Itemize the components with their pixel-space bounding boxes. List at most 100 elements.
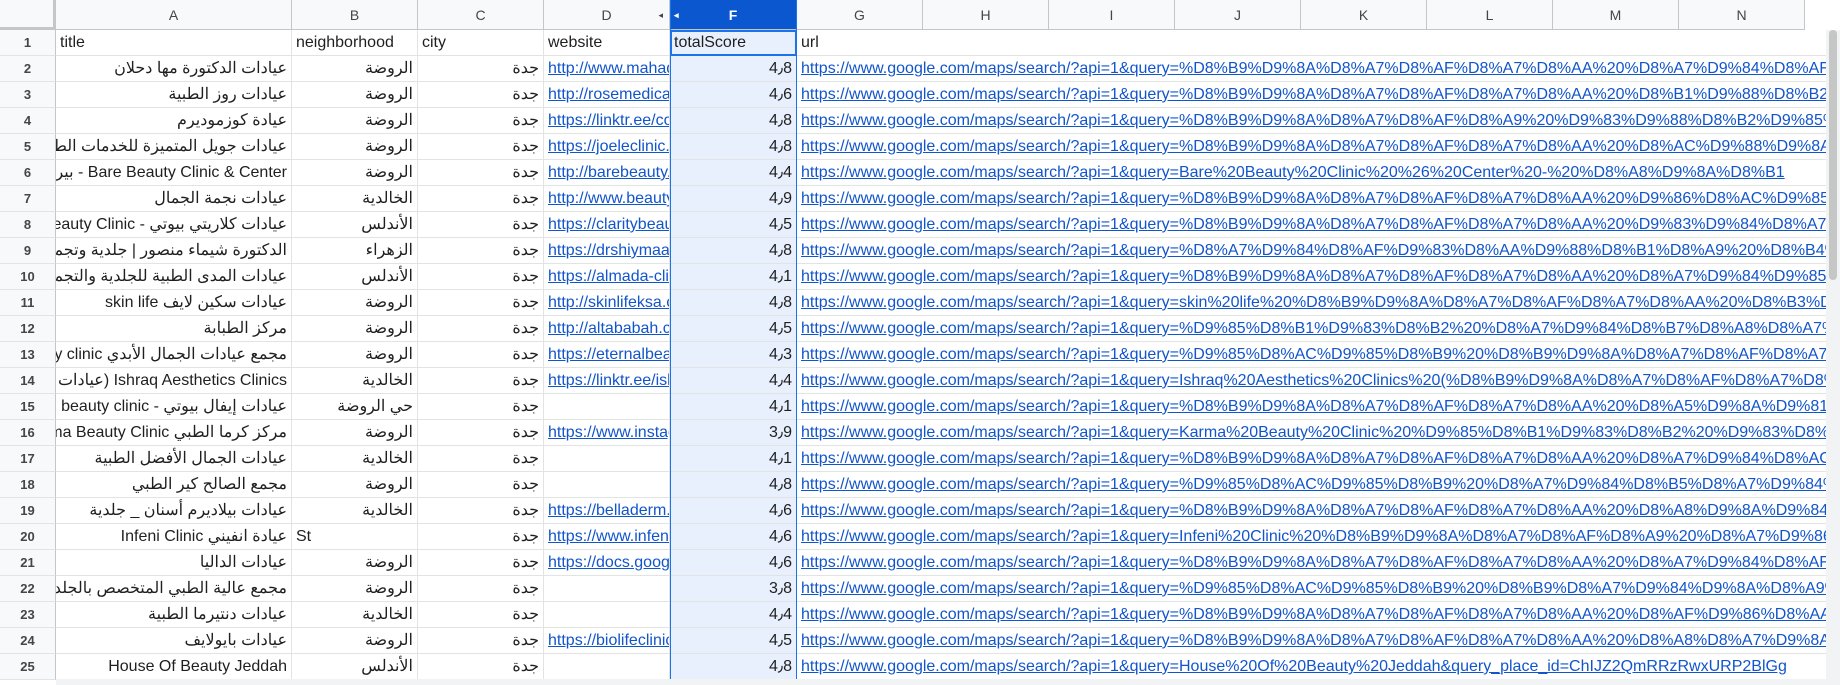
column-header-a[interactable]: A	[56, 0, 292, 30]
cell-url[interactable]: https://www.google.com/maps/search/?api=…	[797, 134, 1840, 160]
cell-score[interactable]: 4٫5	[670, 316, 797, 342]
row-number[interactable]: 25	[0, 654, 56, 680]
cell-title[interactable]: عيادات بايولايف	[56, 628, 292, 654]
cell-title[interactable]: مركز كرما الطبي Karma Beauty Clinic	[56, 420, 292, 446]
cell-title[interactable]: عيادات بيلاديرم أسنان _ جلدية	[56, 498, 292, 524]
cell-website[interactable]	[544, 602, 670, 628]
cell-website[interactable]: https://linktr.ee/ishraq	[544, 368, 670, 394]
cell-city[interactable]: جدة	[418, 472, 544, 498]
column-header-c[interactable]: C	[418, 0, 544, 30]
cell-neighborhood[interactable]: St	[292, 524, 418, 550]
cell-url[interactable]: https://www.google.com/maps/search/?api=…	[797, 56, 1840, 82]
cell-title[interactable]: عيادات كلاريتي بيوتي - Clarity beauty Cl…	[56, 212, 292, 238]
cell-website[interactable]: https://docs.google.com/forms	[544, 550, 670, 576]
cell-city[interactable]: جدة	[418, 290, 544, 316]
cell-title[interactable]: مجمع الصالح كير الطبي	[56, 472, 292, 498]
cell-title[interactable]: عيادات المدى الطبية للجلدية والتجميل	[56, 264, 292, 290]
cell-url[interactable]: https://www.google.com/maps/search/?api=…	[797, 368, 1840, 394]
cell-title[interactable]: عيادة انفيني Infeni Clinic	[56, 524, 292, 550]
cell-url[interactable]: https://www.google.com/maps/search/?api=…	[797, 316, 1840, 342]
cell-score[interactable]: 4٫8	[670, 56, 797, 82]
cell-score[interactable]: 3٫8	[670, 576, 797, 602]
cell-city[interactable]: جدة	[418, 602, 544, 628]
cell-url[interactable]: https://www.google.com/maps/search/?api=…	[797, 602, 1840, 628]
column-header-k[interactable]: K	[1301, 0, 1427, 30]
cell-score[interactable]: 4٫8	[670, 238, 797, 264]
cell-website[interactable]	[544, 576, 670, 602]
column-header-d[interactable]: D ◂	[544, 0, 670, 30]
cell-website[interactable]: https://claritybeauty.sa	[544, 212, 670, 238]
cell-city[interactable]: جدة	[418, 654, 544, 680]
column-header-g[interactable]: G	[797, 0, 923, 30]
cell-url[interactable]: https://www.google.com/maps/search/?api=…	[797, 82, 1840, 108]
cell-title[interactable]: عيادات الجمال الأفضل الطبية	[56, 446, 292, 472]
cell-neighborhood[interactable]: الروضة	[292, 420, 418, 446]
cell-score[interactable]: 4٫6	[670, 82, 797, 108]
column-header-h[interactable]: H	[923, 0, 1049, 30]
vertical-scrollbar-thumb[interactable]	[1829, 30, 1837, 280]
cell-website[interactable]: https://www.instagram.com/karmaclinic	[544, 420, 670, 446]
column-header-b[interactable]: B	[292, 0, 418, 30]
cell-url[interactable]: https://www.google.com/maps/search/?api=…	[797, 472, 1840, 498]
cell-city[interactable]: جدة	[418, 550, 544, 576]
header-cell-neighborhood[interactable]: neighborhood	[292, 30, 418, 56]
cell-score[interactable]: 3٫9	[670, 420, 797, 446]
cell-website[interactable]: https://www.infeniclinic.com	[544, 524, 670, 550]
cell-score[interactable]: 4٫1	[670, 264, 797, 290]
row-number[interactable]: 19	[0, 498, 56, 524]
cell-score[interactable]: 4٫4	[670, 160, 797, 186]
cell-neighborhood[interactable]: الروضة	[292, 472, 418, 498]
cell-title[interactable]: الدكتورة شيماء منصور | جلدية وتجميل وليز…	[56, 238, 292, 264]
cell-url[interactable]: https://www.google.com/maps/search/?api=…	[797, 264, 1840, 290]
cell-website[interactable]: https://eternalbeauty.sa	[544, 342, 670, 368]
cell-website[interactable]: https://drshiymaa.com	[544, 238, 670, 264]
cell-city[interactable]: جدة	[418, 238, 544, 264]
row-number[interactable]: 9	[0, 238, 56, 264]
header-cell-website[interactable]: website	[544, 30, 670, 56]
cell-url[interactable]: https://www.google.com/maps/search/?api=…	[797, 498, 1840, 524]
cell-url[interactable]: https://www.google.com/maps/search/?api=…	[797, 446, 1840, 472]
cell-website[interactable]: https://almada-clinics.com	[544, 264, 670, 290]
cell-city[interactable]: جدة	[418, 420, 544, 446]
cell-neighborhood[interactable]: الروضة	[292, 290, 418, 316]
cell-score[interactable]: 4٫8	[670, 290, 797, 316]
cell-website[interactable]: http://rosemedical.sa	[544, 82, 670, 108]
cell-score[interactable]: 4٫1	[670, 394, 797, 420]
cell-url[interactable]: https://www.google.com/maps/search/?api=…	[797, 212, 1840, 238]
cell-neighborhood[interactable]: الروضة	[292, 160, 418, 186]
cell-website[interactable]: https://biolifeclinics.sa	[544, 628, 670, 654]
cell-city[interactable]: جدة	[418, 212, 544, 238]
cell-neighborhood[interactable]: الروضة	[292, 134, 418, 160]
cell-url[interactable]: https://www.google.com/maps/search/?api=…	[797, 628, 1840, 654]
cell-title[interactable]: عيادات جويل المتميزة للخدمات الطبية	[56, 134, 292, 160]
cell-score[interactable]: 4٫6	[670, 524, 797, 550]
cell-city[interactable]: جدة	[418, 394, 544, 420]
row-number[interactable]: 7	[0, 186, 56, 212]
cell-score[interactable]: 4٫8	[670, 108, 797, 134]
cell-score[interactable]: 4٫5	[670, 628, 797, 654]
cell-url[interactable]: https://www.google.com/maps/search/?api=…	[797, 290, 1840, 316]
cell-url[interactable]: https://www.google.com/maps/search/?api=…	[797, 160, 1840, 186]
column-header-f[interactable]: F ◂	[670, 0, 797, 30]
cell-score[interactable]: 4٫5	[670, 212, 797, 238]
cell-website[interactable]: https://linktr.ee/cosmoderm	[544, 108, 670, 134]
column-d-arrow-icon[interactable]: ◂	[658, 0, 663, 29]
cell-score[interactable]: 4٫3	[670, 342, 797, 368]
cell-city[interactable]: جدة	[418, 368, 544, 394]
cell-url[interactable]: https://www.google.com/maps/search/?api=…	[797, 420, 1840, 446]
row-number[interactable]: 20	[0, 524, 56, 550]
cell-title[interactable]: مجمع عالية الطبي المتخصص بالجلدية Alia D…	[56, 576, 292, 602]
row-number[interactable]: 11	[0, 290, 56, 316]
cell-title[interactable]: عيادات نجمة الجمال	[56, 186, 292, 212]
cell-title[interactable]: Bare Beauty Clinic & Center - بير	[56, 160, 292, 186]
cell-url[interactable]: https://www.google.com/maps/search/?api=…	[797, 576, 1840, 602]
cell-city[interactable]: جدة	[418, 342, 544, 368]
column-header-m[interactable]: M	[1553, 0, 1679, 30]
cell-neighborhood[interactable]: الأندلس	[292, 654, 418, 680]
row-number[interactable]: 21	[0, 550, 56, 576]
cell-city[interactable]: جدة	[418, 108, 544, 134]
cell-city[interactable]: جدة	[418, 82, 544, 108]
cell-url[interactable]: https://www.google.com/maps/search/?api=…	[797, 394, 1840, 420]
cell-website[interactable]	[544, 654, 670, 680]
cell-city[interactable]: جدة	[418, 264, 544, 290]
